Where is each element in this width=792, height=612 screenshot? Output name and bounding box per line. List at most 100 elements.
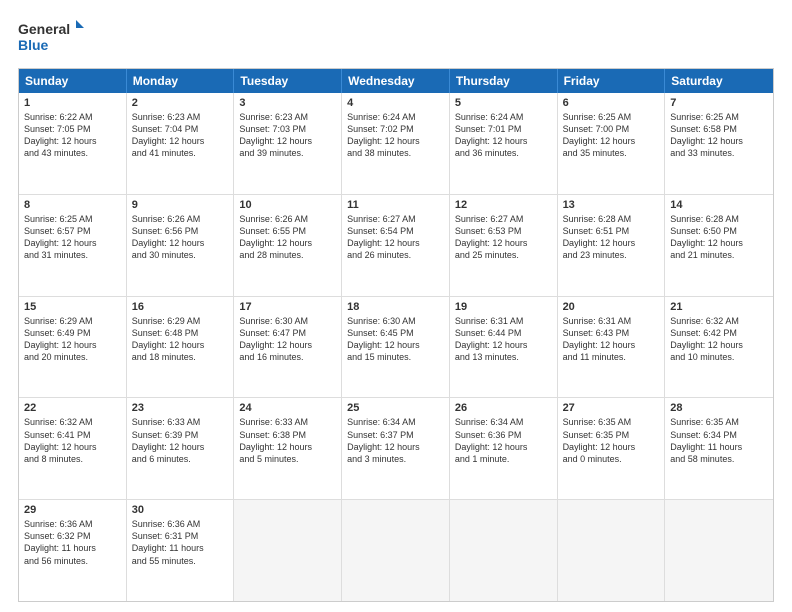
calendar-cell: 13 Sunrise: 6:28 AMSunset: 6:51 PMDayligh…	[558, 195, 666, 296]
header: General Blue	[18, 18, 774, 58]
weekday-header-thursday: Thursday	[450, 69, 558, 93]
day-number: 7	[670, 97, 768, 109]
day-number: 15	[24, 301, 121, 313]
calendar-cell: 8 Sunrise: 6:25 AMSunset: 6:57 PMDaylight…	[19, 195, 127, 296]
cell-content: Sunrise: 6:34 AMSunset: 6:36 PMDaylight:…	[455, 416, 552, 465]
day-number: 18	[347, 301, 444, 313]
cell-content: Sunrise: 6:33 AMSunset: 6:39 PMDaylight:…	[132, 416, 229, 465]
calendar-cell: 5 Sunrise: 6:24 AMSunset: 7:01 PMDaylight…	[450, 93, 558, 194]
calendar-cell: 9 Sunrise: 6:26 AMSunset: 6:56 PMDaylight…	[127, 195, 235, 296]
calendar-cell	[450, 500, 558, 601]
day-number: 28	[670, 402, 768, 414]
cell-content: Sunrise: 6:25 AMSunset: 6:58 PMDaylight:…	[670, 111, 768, 160]
page: General Blue SundayMondayTuesdayWednesda…	[0, 0, 792, 612]
day-number: 22	[24, 402, 121, 414]
weekday-header-wednesday: Wednesday	[342, 69, 450, 93]
calendar-cell: 21Sunrise: 6:32 AMSunset: 6:42 PMDayligh…	[665, 297, 773, 398]
day-number: 25	[347, 402, 444, 414]
day-number: 11	[347, 199, 444, 211]
calendar-cell	[558, 500, 666, 601]
cell-content: Sunrise: 6:27 AMSunset: 6:53 PMDaylight:…	[455, 213, 552, 262]
day-number: 8	[24, 199, 121, 211]
cell-content: Sunrise: 6:32 AMSunset: 6:41 PMDaylight:…	[24, 416, 121, 465]
cell-content: Sunrise: 6:26 AMSunset: 6:56 PMDaylight:…	[132, 213, 229, 262]
calendar-cell: 3 Sunrise: 6:23 AMSunset: 7:03 PMDaylight…	[234, 93, 342, 194]
cell-content: Sunrise: 6:31 AMSunset: 6:43 PMDaylight:…	[563, 315, 660, 364]
day-number: 29	[24, 504, 121, 516]
day-number: 5	[455, 97, 552, 109]
day-number: 3	[239, 97, 336, 109]
day-number: 2	[132, 97, 229, 109]
day-number: 30	[132, 504, 229, 516]
calendar-cell: 30 Sunrise: 6:36 AMSunset: 6:31 PMDayligh…	[127, 500, 235, 601]
cell-content: Sunrise: 6:25 AMSunset: 7:00 PMDaylight:…	[563, 111, 660, 160]
calendar-cell: 25 Sunrise: 6:34 AMSunset: 6:37 PMDayligh…	[342, 398, 450, 499]
cell-content: Sunrise: 6:31 AMSunset: 6:44 PMDaylight:…	[455, 315, 552, 364]
calendar-cell	[342, 500, 450, 601]
cell-content: Sunrise: 6:25 AMSunset: 6:57 PMDaylight:…	[24, 213, 121, 262]
calendar-cell: 26 Sunrise: 6:34 AMSunset: 6:36 PMDayligh…	[450, 398, 558, 499]
calendar-cell	[665, 500, 773, 601]
calendar-cell: 24 Sunrise: 6:33 AMSunset: 6:38 PMDayligh…	[234, 398, 342, 499]
calendar-cell: 10 Sunrise: 6:26 AMSunset: 6:55 PMDayligh…	[234, 195, 342, 296]
calendar-cell: 6 Sunrise: 6:25 AMSunset: 7:00 PMDaylight…	[558, 93, 666, 194]
cell-content: Sunrise: 6:22 AMSunset: 7:05 PMDaylight:…	[24, 111, 121, 160]
cell-content: Sunrise: 6:26 AMSunset: 6:55 PMDaylight:…	[239, 213, 336, 262]
day-number: 6	[563, 97, 660, 109]
day-number: 20	[563, 301, 660, 313]
day-number: 26	[455, 402, 552, 414]
weekday-header-friday: Friday	[558, 69, 666, 93]
calendar: SundayMondayTuesdayWednesdayThursdayFrid…	[18, 68, 774, 602]
cell-content: Sunrise: 6:30 AMSunset: 6:45 PMDaylight:…	[347, 315, 444, 364]
calendar-cell: 29Sunrise: 6:36 AMSunset: 6:32 PMDayligh…	[19, 500, 127, 601]
calendar-row-5: 29Sunrise: 6:36 AMSunset: 6:32 PMDayligh…	[19, 499, 773, 601]
weekday-header-monday: Monday	[127, 69, 235, 93]
cell-content: Sunrise: 6:23 AMSunset: 7:04 PMDaylight:…	[132, 111, 229, 160]
cell-content: Sunrise: 6:23 AMSunset: 7:03 PMDaylight:…	[239, 111, 336, 160]
calendar-cell: 1Sunrise: 6:22 AMSunset: 7:05 PMDaylight…	[19, 93, 127, 194]
calendar-cell: 17Sunrise: 6:30 AMSunset: 6:47 PMDayligh…	[234, 297, 342, 398]
cell-content: Sunrise: 6:27 AMSunset: 6:54 PMDaylight:…	[347, 213, 444, 262]
calendar-cell: 22 Sunrise: 6:32 AMSunset: 6:41 PMDayligh…	[19, 398, 127, 499]
calendar-row-3: 15 Sunrise: 6:29 AMSunset: 6:49 PMDayligh…	[19, 296, 773, 398]
day-number: 21	[670, 301, 768, 313]
day-number: 13	[563, 199, 660, 211]
weekday-header-sunday: Sunday	[19, 69, 127, 93]
day-number: 10	[239, 199, 336, 211]
calendar-cell: 19Sunrise: 6:31 AMSunset: 6:44 PMDayligh…	[450, 297, 558, 398]
calendar-cell: 18 Sunrise: 6:30 AMSunset: 6:45 PMDayligh…	[342, 297, 450, 398]
calendar-row-1: 1Sunrise: 6:22 AMSunset: 7:05 PMDaylight…	[19, 93, 773, 194]
day-number: 27	[563, 402, 660, 414]
day-number: 14	[670, 199, 768, 211]
calendar-cell: 14 Sunrise: 6:28 AMSunset: 6:50 PMDayligh…	[665, 195, 773, 296]
cell-content: Sunrise: 6:36 AMSunset: 6:31 PMDaylight:…	[132, 518, 229, 567]
cell-content: Sunrise: 6:35 AMSunset: 6:35 PMDaylight:…	[563, 416, 660, 465]
calendar-cell	[234, 500, 342, 601]
calendar-row-2: 8 Sunrise: 6:25 AMSunset: 6:57 PMDaylight…	[19, 194, 773, 296]
logo: General Blue	[18, 18, 88, 58]
cell-content: Sunrise: 6:29 AMSunset: 6:48 PMDaylight:…	[132, 315, 229, 364]
cell-content: Sunrise: 6:24 AMSunset: 7:01 PMDaylight:…	[455, 111, 552, 160]
weekday-header-tuesday: Tuesday	[234, 69, 342, 93]
cell-content: Sunrise: 6:24 AMSunset: 7:02 PMDaylight:…	[347, 111, 444, 160]
day-number: 16	[132, 301, 229, 313]
calendar-cell: 11 Sunrise: 6:27 AMSunset: 6:54 PMDayligh…	[342, 195, 450, 296]
weekday-header-saturday: Saturday	[665, 69, 773, 93]
cell-content: Sunrise: 6:30 AMSunset: 6:47 PMDaylight:…	[239, 315, 336, 364]
calendar-cell: 20 Sunrise: 6:31 AMSunset: 6:43 PMDayligh…	[558, 297, 666, 398]
day-number: 9	[132, 199, 229, 211]
calendar-cell: 16 Sunrise: 6:29 AMSunset: 6:48 PMDayligh…	[127, 297, 235, 398]
cell-content: Sunrise: 6:33 AMSunset: 6:38 PMDaylight:…	[239, 416, 336, 465]
day-number: 24	[239, 402, 336, 414]
cell-content: Sunrise: 6:28 AMSunset: 6:50 PMDaylight:…	[670, 213, 768, 262]
calendar-cell: 23Sunrise: 6:33 AMSunset: 6:39 PMDayligh…	[127, 398, 235, 499]
calendar-cell: 2 Sunrise: 6:23 AMSunset: 7:04 PMDaylight…	[127, 93, 235, 194]
svg-text:General: General	[18, 21, 70, 37]
calendar-row-4: 22 Sunrise: 6:32 AMSunset: 6:41 PMDayligh…	[19, 397, 773, 499]
calendar-cell: 28Sunrise: 6:35 AMSunset: 6:34 PMDayligh…	[665, 398, 773, 499]
day-number: 12	[455, 199, 552, 211]
calendar-cell: 27 Sunrise: 6:35 AMSunset: 6:35 PMDayligh…	[558, 398, 666, 499]
cell-content: Sunrise: 6:29 AMSunset: 6:49 PMDaylight:…	[24, 315, 121, 364]
cell-content: Sunrise: 6:34 AMSunset: 6:37 PMDaylight:…	[347, 416, 444, 465]
cell-content: Sunrise: 6:28 AMSunset: 6:51 PMDaylight:…	[563, 213, 660, 262]
